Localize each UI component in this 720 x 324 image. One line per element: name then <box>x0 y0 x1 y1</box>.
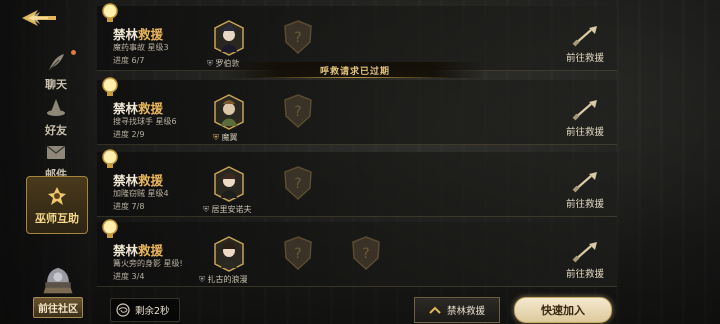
row-title: 禁林救援 <box>113 243 164 258</box>
empty-slot[interactable]: ? <box>283 166 313 200</box>
empty-slot[interactable]: ? <box>283 20 313 54</box>
row-progress: 进度 6/7 <box>113 56 145 65</box>
swirl-clock-icon <box>116 303 130 317</box>
character-portrait[interactable] <box>213 166 245 202</box>
remaining-timer: 剩余2秒 <box>110 298 180 322</box>
sidebar-item-wizard-help[interactable]: 巫师互助 <box>26 176 88 234</box>
row-subtitle: 搜寻找球手 星级6 <box>113 117 177 126</box>
goto-rescue-button[interactable]: 前往救援 <box>561 170 609 210</box>
rescue-row[interactable]: 禁林救援 搜寻找球手 星级6 进度 2/9 ⛨ 魔翼 ? 前往救援 <box>97 77 617 145</box>
row-title: 禁林救援 <box>113 173 164 188</box>
svg-text:?: ? <box>294 104 301 120</box>
community-button[interactable]: 前往社区 <box>26 266 90 318</box>
row-title: 禁林救援 <box>113 101 164 116</box>
lightbulb-icon <box>102 219 118 238</box>
quick-join-button[interactable]: 快速加入 <box>514 297 612 323</box>
wizard-hat-icon <box>47 98 65 116</box>
svg-text:?: ? <box>294 246 301 262</box>
feather-icon <box>48 53 64 70</box>
expired-notice-banner: 呼救请求已过期 <box>225 62 485 78</box>
broomstick-icon <box>572 172 597 193</box>
sidebar-item-label: 巫师互助 <box>35 211 79 225</box>
sidebar: 聊天 好友 邮件 巫师互助 前往社区 <box>0 0 92 324</box>
character-name: ⛨ 扎古的浪漫 <box>199 275 248 284</box>
goto-rescue-button[interactable]: 前往救援 <box>561 98 609 138</box>
row-subtitle: 魔药事故 星级3 <box>113 43 169 52</box>
house-crest-icon: ⛨ <box>199 275 205 284</box>
row-subtitle: 篝火旁的身影 星级! <box>113 259 183 268</box>
goto-rescue-button[interactable]: 前往救援 <box>561 24 609 64</box>
character-portrait[interactable] <box>213 94 245 130</box>
svg-text:?: ? <box>294 30 301 46</box>
empty-slot[interactable]: ? <box>283 236 313 270</box>
community-label: 前往社区 <box>33 297 83 318</box>
notification-dot <box>71 50 76 55</box>
emblem-icon <box>48 186 66 205</box>
rescue-row[interactable]: 禁林救援 加隆窃贼 星级4 进度 7/8 ⛨ 居里安诺夫 ? 前往救援 <box>97 149 617 217</box>
goto-rescue-button[interactable]: 前往救援 <box>561 240 609 280</box>
lightbulb-icon <box>102 77 118 96</box>
character-name: ⛨ 居里安诺夫 <box>203 205 252 214</box>
row-title: 禁林救援 <box>113 27 164 42</box>
row-progress: 进度 3/4 <box>113 272 145 281</box>
svg-text:?: ? <box>362 246 369 262</box>
back-arrow-icon <box>22 10 56 26</box>
row-progress: 进度 7/8 <box>113 202 145 211</box>
envelope-icon <box>46 144 66 159</box>
house-crest-icon: ⛨ <box>203 205 209 214</box>
empty-slot[interactable]: ? <box>283 94 313 128</box>
forest-rescue-button[interactable]: 禁林救援 <box>414 297 500 323</box>
broomstick-icon <box>572 26 597 47</box>
chevron-up-icon <box>429 306 441 314</box>
svg-text:?: ? <box>294 176 301 192</box>
back-button[interactable] <box>18 6 58 30</box>
castle-crest-icon <box>43 267 73 294</box>
character-portrait[interactable] <box>213 20 245 56</box>
row-subtitle: 加隆窃贼 星级4 <box>113 189 169 198</box>
lightbulb-icon <box>102 3 118 22</box>
empty-slot[interactable]: ? <box>351 236 381 270</box>
row-progress: 进度 2/9 <box>113 130 145 139</box>
lightbulb-icon <box>102 149 118 168</box>
character-portrait[interactable] <box>213 236 245 272</box>
rescue-row[interactable]: 禁林救援 篝火旁的身影 星级! 进度 3/4 ⛨ 扎古的浪漫 ? ? 前往救援 <box>97 219 617 287</box>
house-crest-icon: ⛨ <box>207 59 213 68</box>
house-crest-icon: ⛨ <box>213 133 219 142</box>
broomstick-icon <box>572 100 597 121</box>
broomstick-icon <box>572 242 597 263</box>
character-name: ⛨ 魔翼 <box>213 133 238 142</box>
